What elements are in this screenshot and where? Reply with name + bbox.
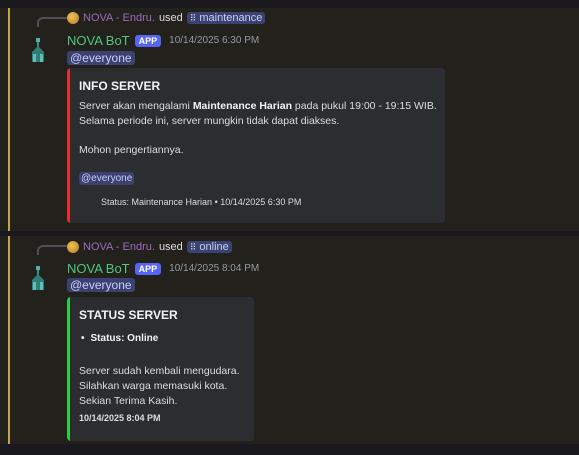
footer-text: Status: Maintenance Harian [101, 197, 213, 207]
bot-avatar[interactable] [29, 36, 47, 62]
embed-footer: Status: Maintenance Harian • 10/14/2025 … [101, 197, 301, 207]
message-timestamp[interactable]: 10/14/2025 6:30 PM [169, 35, 259, 46]
message-timestamp[interactable]: 10/14/2025 8:04 PM [169, 263, 259, 274]
embed-description-line3: Mohon pengertiannya. [79, 144, 184, 156]
embed-title: STATUS SERVER [79, 308, 178, 322]
app-badge: APP [134, 262, 162, 275]
message-online[interactable]: NOVA - Endru. used ⠿ online NOVA BoT APP… [0, 236, 579, 444]
everyone-mention[interactable]: @everyone [67, 278, 135, 292]
message-header: NOVA BoT APP 10/14/2025 6:30 PM [67, 33, 259, 48]
embed-description-line3: Sekian Terima Kasih. [79, 395, 178, 407]
message-maintenance[interactable]: NOVA - Endru. used ⠿ maintenance NOVA Bo… [0, 8, 579, 231]
reply-used-text: used [158, 12, 183, 24]
app-badge: APP [134, 34, 162, 47]
embed-color-bar [67, 297, 70, 441]
embed-description-line1: Server akan mengalami Maintenance Harian… [79, 100, 437, 112]
command-chip[interactable]: ⠿ online [186, 241, 232, 253]
embed-description-line1: Server sudah kembali mengudara. [79, 365, 240, 377]
footer-separator: • [214, 197, 218, 207]
slash-command-icon: ⠿ [189, 241, 197, 252]
reply-avatar [67, 12, 79, 24]
embed-footer-timestamp: 10/14/2025 8:04 PM [79, 413, 161, 423]
reply-username[interactable]: NOVA - Endru. [83, 241, 155, 253]
embed-description-line2: Selama periode ini, server mungkin tidak… [79, 115, 340, 127]
footer-timestamp: 10/14/2025 6:30 PM [220, 197, 302, 207]
command-reply[interactable]: NOVA - Endru. used ⠿ maintenance [67, 12, 266, 24]
embed-info-server: INFO SERVER Server akan mengalami Mainte… [67, 68, 445, 223]
embed-description-line2: Silahkan warga memasuki kota. [79, 380, 228, 392]
bot-avatar[interactable] [29, 264, 47, 290]
command-chip[interactable]: ⠿ maintenance [186, 12, 266, 24]
everyone-mention[interactable]: @everyone [67, 51, 135, 65]
command-name: online [199, 241, 229, 253]
embed-color-bar [67, 68, 70, 223]
slash-command-icon: ⠿ [189, 12, 197, 23]
reply-avatar [67, 241, 79, 253]
reply-used-text: used [158, 241, 183, 253]
embed-title: INFO SERVER [79, 79, 161, 93]
embed-status-server: STATUS SERVER Status: Online Server suda… [67, 297, 254, 441]
command-name: maintenance [199, 12, 263, 24]
command-reply[interactable]: NOVA - Endru. used ⠿ online [67, 241, 232, 253]
reply-username[interactable]: NOVA - Endru. [83, 12, 155, 24]
embed-field-status: Status: Online [79, 333, 159, 344]
bot-username[interactable]: NOVA BoT [67, 261, 130, 276]
embed-everyone-mention[interactable]: @everyone [79, 172, 135, 185]
bot-username[interactable]: NOVA BoT [67, 33, 130, 48]
reply-connector [37, 17, 67, 27]
reply-connector [37, 245, 67, 255]
message-header: NOVA BoT APP 10/14/2025 8:04 PM [67, 261, 259, 276]
